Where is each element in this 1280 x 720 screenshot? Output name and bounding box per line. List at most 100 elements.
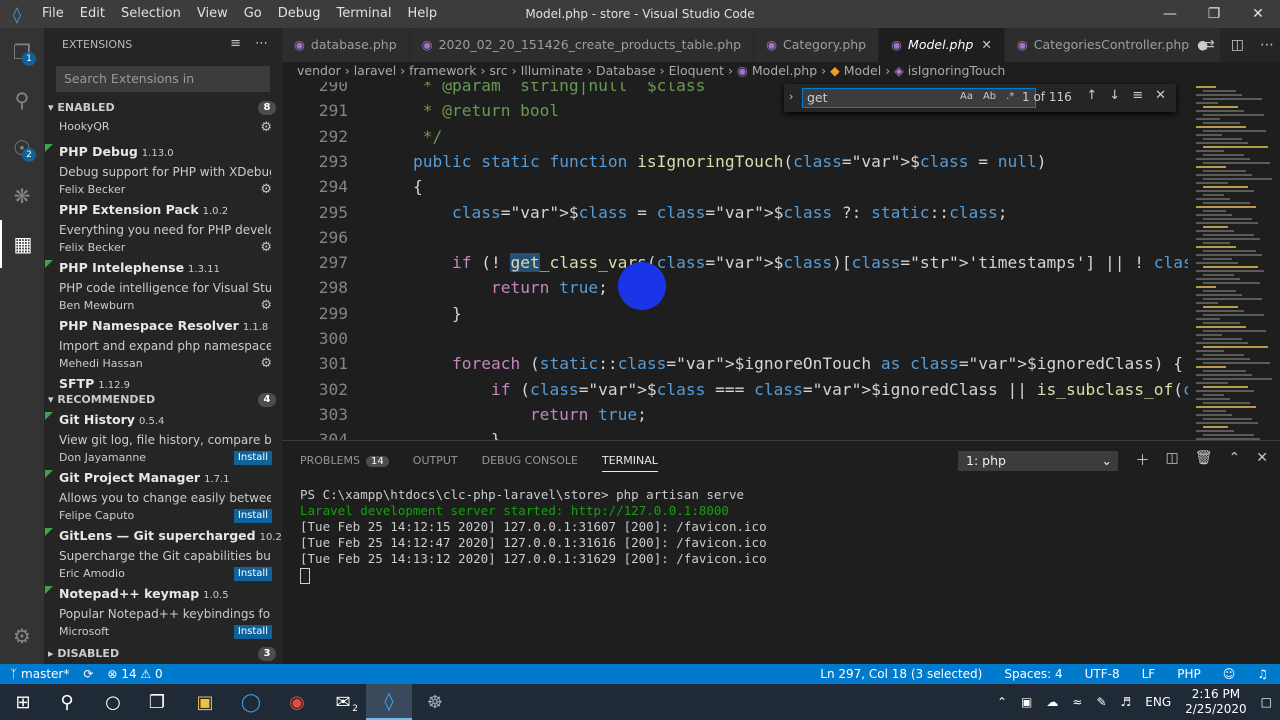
windows-start-icon[interactable]: ⊞ bbox=[0, 684, 46, 720]
gear-icon[interactable]: ⚙ bbox=[260, 120, 272, 135]
list-item[interactable]: Git History 0.5.4 View git log, file hist… bbox=[44, 410, 282, 468]
menu-help[interactable]: Help bbox=[399, 0, 445, 28]
minimize-icon[interactable]: — bbox=[1148, 0, 1192, 28]
notifications-icon[interactable]: □ bbox=[1261, 695, 1272, 709]
problems-status[interactable]: ⊗ 14 ⚠ 0 bbox=[107, 664, 162, 684]
file-explorer-icon[interactable]: ▣ bbox=[182, 684, 228, 720]
source-control-icon[interactable]: ☉ 2 bbox=[0, 124, 44, 172]
breadcrumb-item[interactable]: isIgnoringTouch bbox=[908, 63, 1006, 78]
list-item[interactable]: GitLens — Git supercharged10.2.1 Superch… bbox=[44, 526, 282, 584]
edge-icon[interactable]: ◯ bbox=[228, 684, 274, 720]
breadcrumb-item[interactable]: Eloquent bbox=[669, 63, 724, 78]
extensions-search-input[interactable]: Search Extensions in Marketplace bbox=[56, 66, 270, 112]
menu-terminal[interactable]: Terminal bbox=[329, 0, 400, 28]
match-word-icon[interactable]: Ab bbox=[983, 91, 996, 102]
tab-problems[interactable]: PROBLEMS 14 bbox=[300, 454, 389, 467]
match-case-icon[interactable]: Aa bbox=[960, 91, 973, 102]
tab-categories-controller[interactable]: ◉ CategoriesController.php ● bbox=[1004, 28, 1222, 62]
end-of-line[interactable]: LF bbox=[1142, 664, 1156, 684]
encoding[interactable]: UTF-8 bbox=[1085, 664, 1120, 684]
menu-file[interactable]: File bbox=[34, 0, 72, 28]
find-in-selection-icon[interactable]: ≡ bbox=[1132, 88, 1143, 103]
plus-icon[interactable]: ＋ bbox=[1136, 450, 1150, 470]
gear-icon[interactable]: ⚙ bbox=[260, 182, 272, 197]
list-item[interactable]: PHP Extension Pack 1.0.2 Everything you n… bbox=[44, 200, 282, 258]
maximize-icon[interactable]: ❐ bbox=[1192, 0, 1236, 28]
pen-icon[interactable]: ✎ bbox=[1096, 695, 1106, 709]
close-tab-icon[interactable]: ✕ bbox=[981, 37, 991, 52]
menu-debug[interactable]: Debug bbox=[270, 0, 329, 28]
install-button[interactable]: Install bbox=[233, 509, 272, 523]
feedback-icon[interactable]: ☺ bbox=[1223, 664, 1236, 684]
gear-icon[interactable]: ⚙ bbox=[260, 240, 272, 255]
gear-icon[interactable]: ⚙ bbox=[260, 356, 272, 371]
section-disabled[interactable]: ▸ DISABLED 3 bbox=[44, 644, 282, 664]
tab-database[interactable]: ◉ database.php bbox=[282, 28, 410, 62]
vscode-taskbar-icon[interactable]: ◊ bbox=[366, 684, 412, 720]
breadcrumb-item[interactable]: Illuminate bbox=[521, 63, 583, 78]
volume-icon[interactable]: ♬ bbox=[1121, 695, 1132, 709]
debug-icon[interactable]: ❋ bbox=[0, 172, 44, 220]
list-item[interactable]: PHP Debug 1.13.0 Debug support for PHP wi… bbox=[44, 142, 282, 200]
install-button[interactable]: Install bbox=[233, 625, 272, 639]
wifi-icon[interactable]: ≈ bbox=[1072, 695, 1082, 709]
regex-icon[interactable]: .* bbox=[1006, 91, 1014, 102]
arrow-down-icon[interactable]: ↓ bbox=[1109, 88, 1120, 103]
split-editor-icon[interactable]: ◫ bbox=[1231, 37, 1244, 53]
tab-category[interactable]: ◉ Category.php bbox=[754, 28, 880, 62]
menu-edit[interactable]: Edit bbox=[72, 0, 113, 28]
indentation[interactable]: Spaces: 4 bbox=[1004, 664, 1062, 684]
split-terminal-icon[interactable]: ◫ bbox=[1166, 450, 1179, 470]
menu-view[interactable]: View bbox=[189, 0, 236, 28]
task-view-icon[interactable]: ❐ bbox=[134, 684, 180, 720]
cursor-position[interactable]: Ln 297, Col 18 (3 selected) bbox=[820, 664, 982, 684]
close-icon[interactable]: ✕ bbox=[1236, 0, 1280, 28]
list-item[interactable]: PHP Intelephense 1.3.11 PHP code intellig… bbox=[44, 258, 282, 316]
list-item[interactable]: Notepad++ keymap 1.0.5 Popular Notepad++ … bbox=[44, 584, 282, 642]
code-editor[interactable]: 290 * @param string|null $class 291 * @re… bbox=[282, 82, 1280, 440]
menu-selection[interactable]: Selection bbox=[113, 0, 189, 28]
settings-gear-icon[interactable]: ⚙ bbox=[0, 612, 44, 660]
more-icon[interactable]: ⋯ bbox=[255, 36, 268, 51]
section-enabled[interactable]: ▾ ENABLED 8 bbox=[44, 98, 282, 118]
filter-icon[interactable]: ≡ bbox=[230, 36, 241, 51]
list-item[interactable]: PHP Namespace Resolver 1.1.8 Import and e… bbox=[44, 316, 282, 374]
maximize-panel-icon[interactable]: ⌃ bbox=[1229, 450, 1241, 470]
breadcrumb-item[interactable]: laravel bbox=[354, 63, 397, 78]
tab-model[interactable]: ◉ Model.php ✕ bbox=[879, 28, 1005, 62]
cloud-icon[interactable]: ☁ bbox=[1046, 695, 1058, 709]
sync-icon[interactable]: ⟳ bbox=[83, 664, 93, 684]
more-actions-icon[interactable]: ⋯ bbox=[1260, 37, 1274, 53]
breadcrumb-item[interactable]: Model.php bbox=[752, 63, 817, 78]
close-panel-icon[interactable]: ✕ bbox=[1256, 450, 1268, 470]
chrome-icon[interactable]: ◉ bbox=[274, 684, 320, 720]
trash-icon[interactable]: 🗑 bbox=[1195, 450, 1213, 470]
network-icon[interactable]: ▣ bbox=[1021, 695, 1032, 709]
tab-output[interactable]: OUTPUT bbox=[413, 454, 458, 467]
list-item[interactable]: SFTP 1.12.9 bbox=[44, 374, 282, 390]
gear-icon[interactable]: ⚙ bbox=[260, 298, 272, 313]
menu-go[interactable]: Go bbox=[236, 0, 270, 28]
app-taskbar-icon[interactable]: ☸ bbox=[412, 684, 458, 720]
bell-icon[interactable]: ♫ bbox=[1257, 664, 1268, 684]
search-icon[interactable]: ⚲ bbox=[44, 684, 90, 720]
tab-create-products-table[interactable]: ◉ 2020_02_20_151426_create_products_table… bbox=[409, 28, 755, 62]
clock[interactable]: 2:16 PM 2/25/2020 bbox=[1185, 687, 1247, 717]
arrow-up-icon[interactable]: ↑ bbox=[1086, 88, 1097, 103]
breadcrumb-item[interactable]: framework bbox=[409, 63, 476, 78]
install-button[interactable]: Install bbox=[233, 451, 272, 465]
list-item[interactable]: HookyQR ⚙ bbox=[44, 118, 282, 142]
language-mode[interactable]: PHP bbox=[1177, 664, 1201, 684]
extensions-icon[interactable]: ▦ bbox=[0, 220, 44, 268]
search-icon[interactable]: ⚲ bbox=[0, 76, 44, 124]
terminal-select[interactable]: 1: php ⌄ bbox=[958, 451, 1118, 471]
breadcrumb-item[interactable]: Database bbox=[596, 63, 656, 78]
section-recommended[interactable]: ▾ RECOMMENDED 4 bbox=[44, 390, 282, 410]
minimap[interactable] bbox=[1188, 82, 1280, 444]
chevron-right-icon[interactable]: › bbox=[789, 90, 793, 103]
terminal-output[interactable]: PS C:\xampp\htdocs\clc-php-laravel\store… bbox=[300, 487, 767, 584]
explorer-icon[interactable]: ❐ 1 bbox=[0, 28, 44, 76]
mail-icon[interactable]: ✉ 2 bbox=[320, 684, 366, 720]
cortana-icon[interactable]: ○ bbox=[90, 684, 136, 720]
breadcrumb-item[interactable]: src bbox=[489, 63, 507, 78]
